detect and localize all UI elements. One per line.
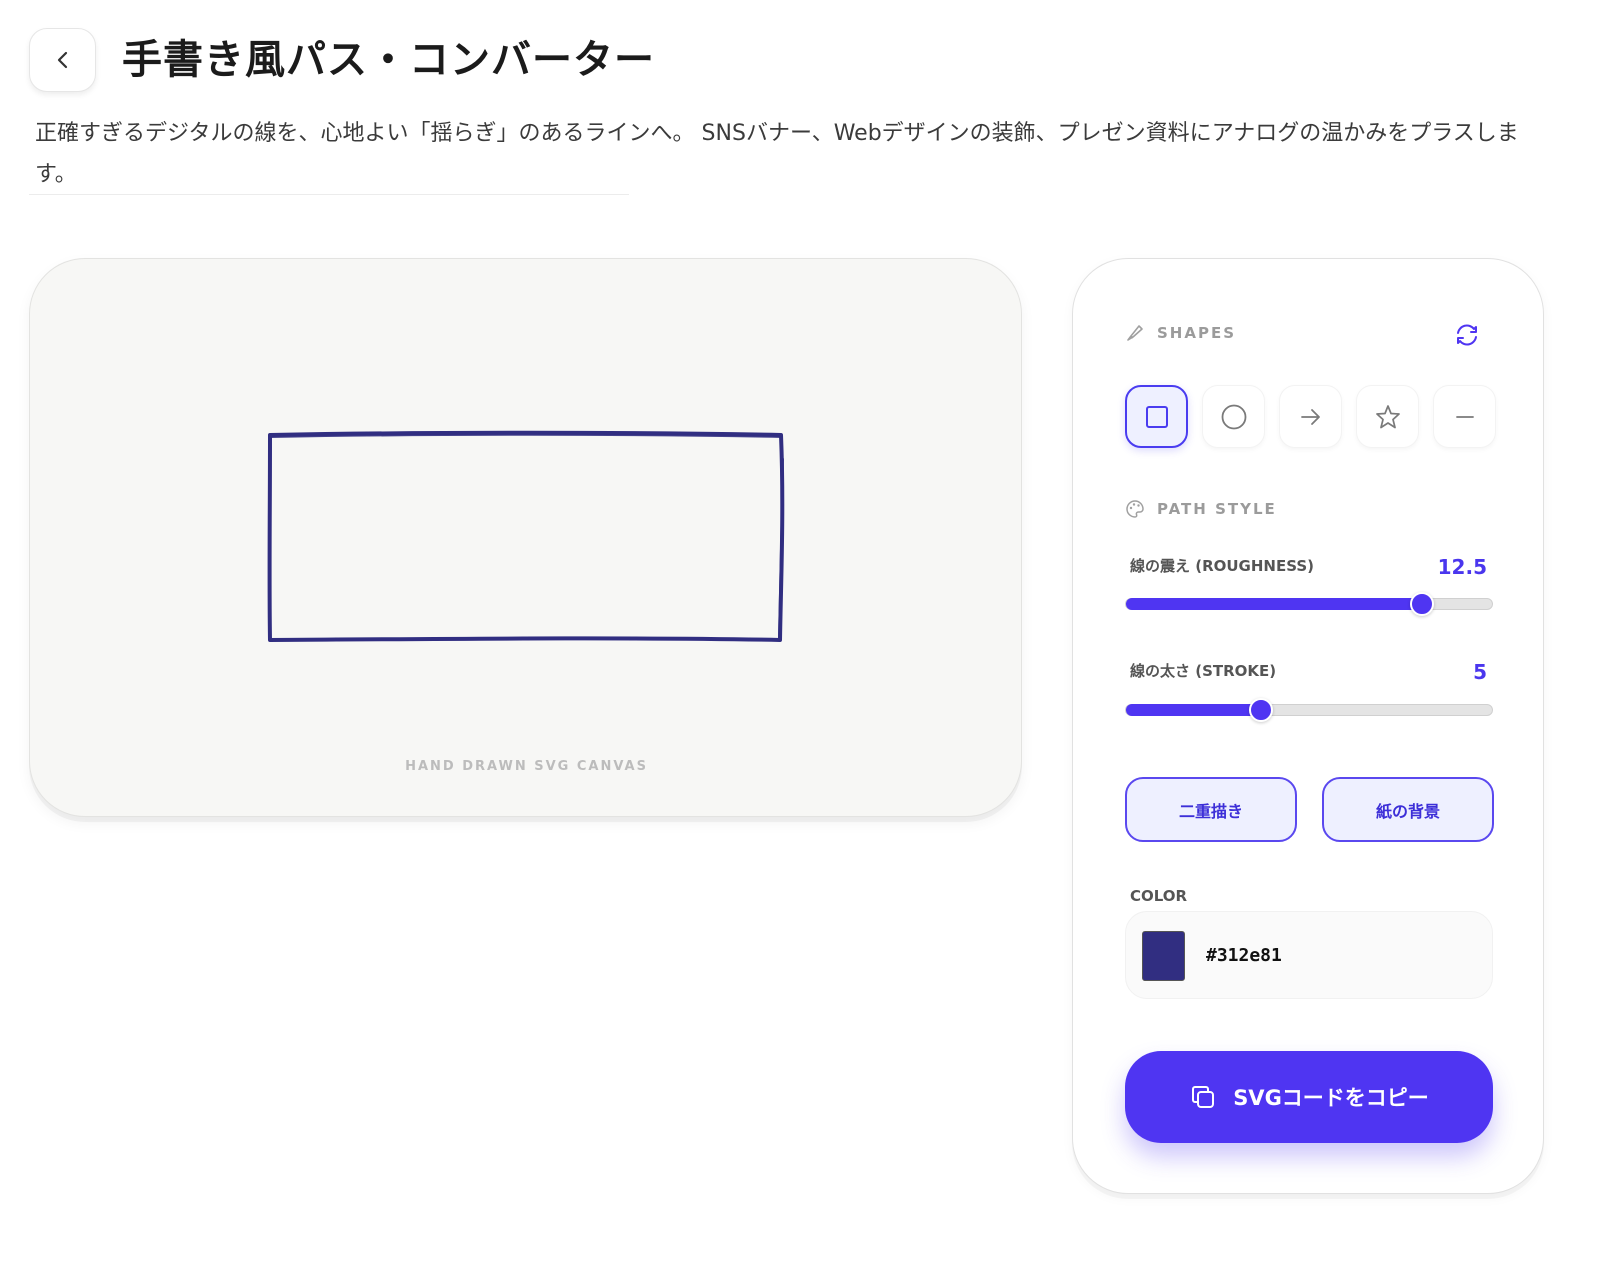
color-picker[interactable]: #312e81 — [1125, 911, 1493, 999]
copy-svg-button[interactable]: SVGコードをコピー — [1125, 1051, 1493, 1143]
stroke-slider[interactable] — [1125, 698, 1493, 722]
stroke-slider-fill — [1126, 704, 1262, 716]
roughness-slider-fill — [1126, 598, 1423, 610]
shape-line-button[interactable] — [1433, 385, 1496, 448]
roughness-label: 線の震え (ROUGHNESS) — [1130, 557, 1315, 575]
back-button[interactable] — [29, 28, 96, 92]
page-title: 手書き風パス・コンバーター — [122, 37, 655, 83]
hand-drawn-rectangle-edge — [270, 433, 784, 640]
page-description: 正確すぎるデジタルの線を、心地よい「揺らぎ」のあるラインへ。 SNSバナー、We… — [35, 121, 1519, 187]
brush-icon — [1127, 325, 1143, 341]
roughness-value: 12.5 — [1437, 555, 1487, 579]
line-icon — [1455, 415, 1474, 418]
shape-selector — [1125, 385, 1496, 448]
shapes-label: SHAPES — [1157, 324, 1237, 342]
path-style-section-header: PATH STYLE — [1125, 499, 1277, 519]
color-swatch[interactable] — [1142, 931, 1185, 981]
arrow-right-icon — [1300, 408, 1320, 425]
color-label: COLOR — [1130, 887, 1188, 905]
divider — [29, 194, 629, 195]
refresh-icon — [1457, 324, 1477, 346]
chevron-left-icon — [57, 51, 67, 69]
roughness-slider-thumb[interactable] — [1410, 592, 1435, 616]
palette-icon — [1126, 500, 1144, 518]
color-hex-value: #312e81 — [1206, 945, 1282, 966]
control-panel: SHAPES PATH STYLE 線の震え (ROUGHNESS) 12.5 … — [1072, 258, 1544, 1194]
star-icon — [1375, 404, 1400, 428]
stroke-slider-thumb[interactable] — [1249, 698, 1274, 722]
shapes-section-header: SHAPES — [1125, 323, 1236, 343]
canvas-svg — [267, 430, 785, 642]
shape-star-button[interactable] — [1356, 385, 1419, 448]
roughness-slider[interactable] — [1125, 592, 1493, 616]
double-draw-toggle[interactable]: 二重描き — [1125, 777, 1297, 842]
canvas-caption: HAND DRAWN SVG CANVAS — [405, 759, 648, 774]
square-icon — [1145, 405, 1168, 428]
copy-svg-label: SVGコードをコピー — [1233, 1086, 1429, 1110]
stroke-label: 線の太さ (STROKE) — [1130, 662, 1277, 680]
paper-background-toggle[interactable]: 紙の背景 — [1322, 777, 1494, 842]
path-style-label: PATH STYLE — [1157, 500, 1277, 518]
refresh-button[interactable] — [1453, 321, 1483, 351]
copy-icon — [1192, 1086, 1215, 1108]
hand-drawn-rectangle — [267, 430, 785, 642]
shape-rectangle-button[interactable] — [1125, 385, 1188, 448]
shape-circle-button[interactable] — [1202, 385, 1265, 448]
stroke-value: 5 — [1473, 660, 1487, 684]
shape-arrow-button[interactable] — [1279, 385, 1342, 448]
circle-icon — [1221, 404, 1246, 429]
drawing-canvas[interactable]: HAND DRAWN SVG CANVAS — [29, 258, 1022, 817]
